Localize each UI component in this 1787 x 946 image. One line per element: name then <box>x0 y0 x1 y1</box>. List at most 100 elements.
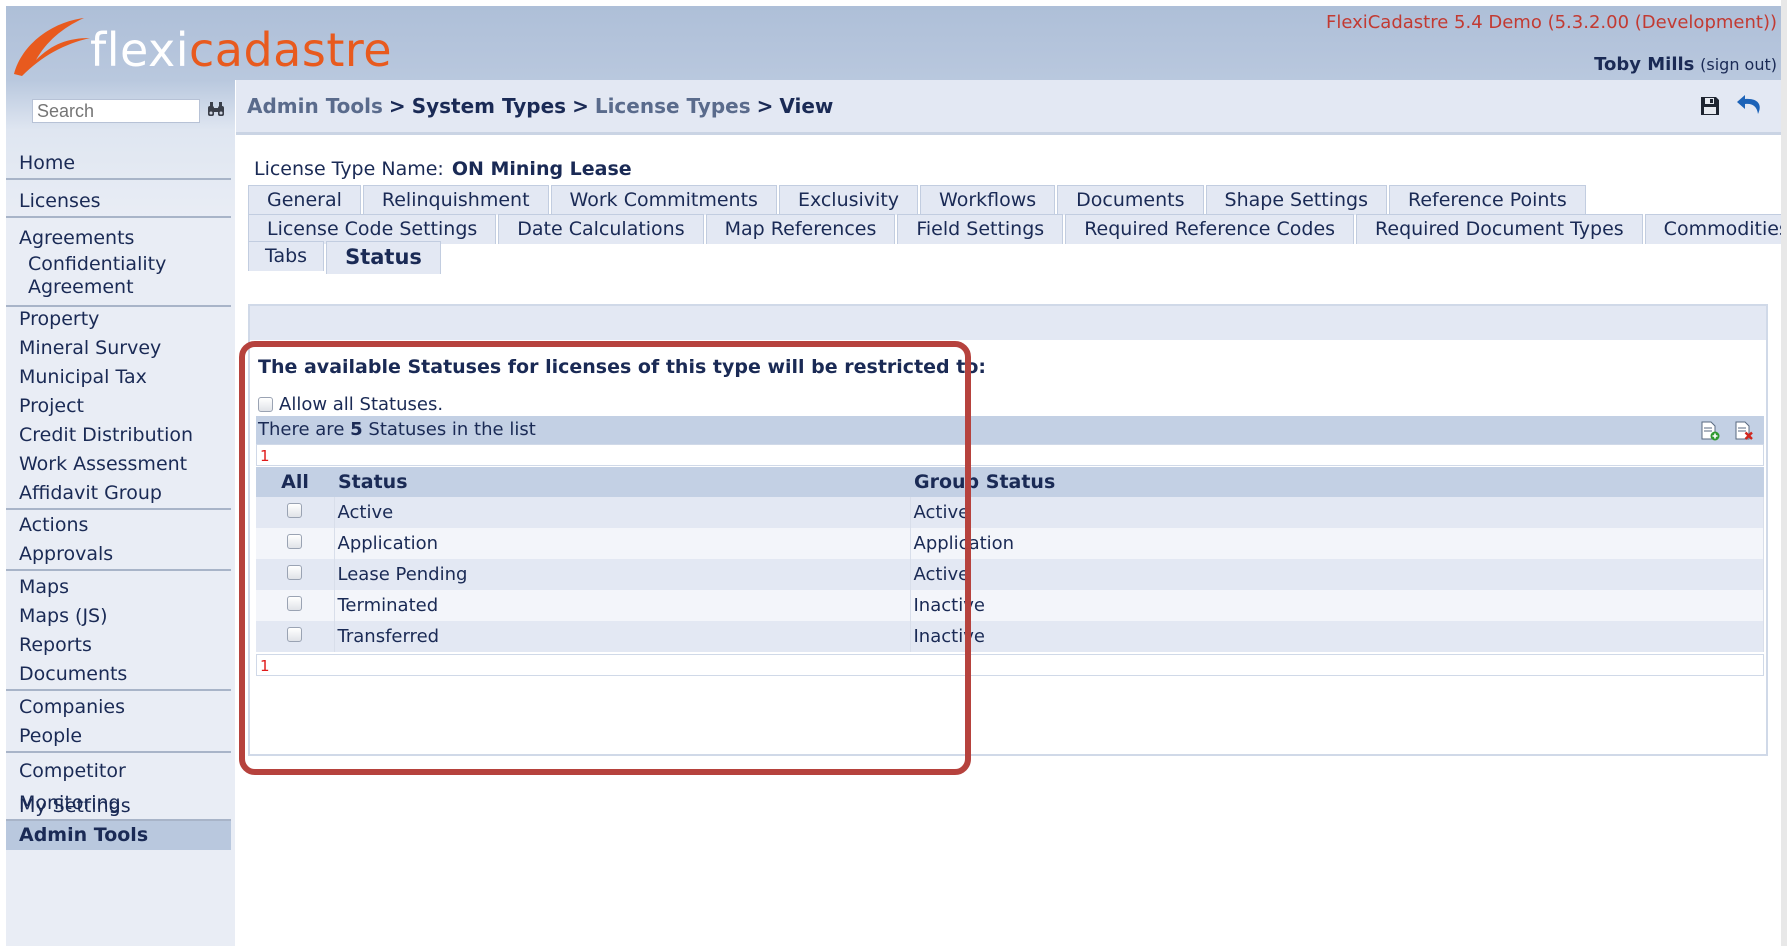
row-checkbox[interactable] <box>287 627 303 642</box>
group-status-cell: Application <box>910 528 1764 559</box>
tab-relinquishment[interactable]: Relinquishment <box>362 185 549 215</box>
tab-field-settings[interactable]: Field Settings <box>897 214 1064 244</box>
panel-header-strip <box>250 306 1766 340</box>
status-cell: Application <box>334 528 911 559</box>
nav-item-municipal-tax[interactable]: Municipal Tax <box>6 363 231 392</box>
logo-wordmark: flexicadastre <box>90 20 392 80</box>
tab-shape-settings[interactable]: Shape Settings <box>1205 185 1387 215</box>
tab-required-document-types[interactable]: Required Document Types <box>1356 214 1643 244</box>
breadcrumb: Admin Tools > System Types > License Types > V… <box>247 94 833 118</box>
pager-top: 1 <box>256 444 1764 466</box>
nav-item-confidentiality[interactable]: Confidentiality <box>6 253 231 276</box>
nav-group-home: Home <box>6 148 231 180</box>
sidebar: Home Licenses Agreements Confidentiality… <box>6 80 235 946</box>
tab-tabs[interactable]: Tabs <box>248 241 325 271</box>
row-checkbox[interactable] <box>287 503 303 518</box>
nav-item-home[interactable]: Home <box>6 148 231 178</box>
tab-date-calculations[interactable]: Date Calculations <box>498 214 704 244</box>
pager-bottom: 1 <box>256 654 1764 676</box>
app-header: flexicadastre FlexiCadastre 5.4 Demo (5.… <box>6 6 1781 80</box>
pager-page-1[interactable]: 1 <box>260 657 270 675</box>
row-checkbox[interactable] <box>287 534 303 549</box>
count-number: 5 <box>350 419 363 440</box>
tab-license-code-settings[interactable]: License Code Settings <box>248 214 497 244</box>
tab-commodities[interactable]: Commodities <box>1644 214 1787 244</box>
breadcrumb-separator: > <box>756 94 774 118</box>
count-prefix: There are <box>258 419 345 440</box>
nav-item-mineral-survey[interactable]: Mineral Survey <box>6 334 231 363</box>
nav-item-licenses[interactable]: Licenses <box>6 186 231 216</box>
status-cell: Active <box>334 497 911 528</box>
row-checkbox[interactable] <box>287 596 303 611</box>
nav-item-admin-tools[interactable]: Admin Tools <box>6 821 231 850</box>
allow-all-checkbox[interactable] <box>258 397 273 412</box>
flexicadastre-logo[interactable]: flexicadastre <box>12 14 392 80</box>
column-all[interactable]: All <box>256 467 334 497</box>
pager-page-1[interactable]: 1 <box>260 447 270 465</box>
breadcrumb-separator: > <box>572 94 589 118</box>
user-area: Toby Mills (sign out) <box>1594 54 1777 75</box>
column-group-status[interactable]: Group Status <box>910 467 1764 497</box>
undo-icon[interactable] <box>1735 92 1765 122</box>
tab-required-reference-codes[interactable]: Required Reference Codes <box>1065 214 1355 244</box>
nav-group-settings: My Settings Admin Tools <box>6 792 231 850</box>
logo-swoosh-icon <box>14 18 90 76</box>
breadcrumb-license-types[interactable]: License Types <box>595 94 751 118</box>
nav-group-licenses: Licenses <box>6 186 231 218</box>
nav-item-credit-distribution[interactable]: Credit Distribution <box>6 421 231 450</box>
tab-documents[interactable]: Documents <box>1057 185 1204 215</box>
tab-workflows[interactable]: Workflows <box>920 185 1056 215</box>
status-cell: Lease Pending <box>334 559 911 590</box>
nav-item-companies[interactable]: Companies <box>6 693 231 722</box>
binoculars-icon[interactable] <box>207 100 225 122</box>
allow-all-statuses[interactable]: Allow all Statuses. <box>258 394 443 415</box>
breadcrumb-separator: > <box>388 94 406 118</box>
table-row: Lease Pending Active <box>256 559 1764 590</box>
nav-item-project[interactable]: Project <box>6 392 231 421</box>
nav-item-affidavit-group[interactable]: Affidavit Group <box>6 479 231 508</box>
row-select-cell <box>256 528 335 559</box>
table-row: Application Application <box>256 528 1764 559</box>
sign-out-link[interactable]: (sign out) <box>1700 55 1777 74</box>
main-content: License Type Name: ON Mining Lease Genera… <box>236 135 1787 946</box>
nav-item-approvals[interactable]: Approvals <box>6 540 231 569</box>
tab-work-commitments[interactable]: Work Commitments <box>550 185 777 215</box>
nav-item-maps[interactable]: Maps <box>6 573 231 602</box>
nav-item-agreement[interactable]: Agreement <box>6 276 231 299</box>
count-suffix: Statuses in the list <box>368 419 536 440</box>
nav-item-actions[interactable]: Actions <box>6 511 231 540</box>
column-status[interactable]: Status <box>334 467 910 497</box>
tab-map-references[interactable]: Map References <box>705 214 896 244</box>
row-checkbox[interactable] <box>287 565 303 580</box>
status-panel: The available Statuses for licenses of t… <box>248 304 1768 756</box>
nav-item-my-settings[interactable]: My Settings <box>6 792 231 821</box>
nav-item-reports[interactable]: Reports <box>6 631 231 660</box>
tab-row-1: General Relinquishment Work Commitments … <box>248 185 1588 215</box>
tab-row-3: Tabs Status <box>248 241 443 274</box>
nav-item-work-assessment[interactable]: Work Assessment <box>6 450 231 479</box>
table-row: Transferred Inactive <box>256 621 1764 652</box>
nav-group-companies: Companies People <box>6 693 231 753</box>
nav-item-maps-js[interactable]: Maps (JS) <box>6 602 231 631</box>
breadcrumb-system-types[interactable]: System Types <box>412 94 566 118</box>
tab-exclusivity[interactable]: Exclusivity <box>778 185 919 215</box>
nav-item-agreements[interactable]: Agreements <box>6 223 231 253</box>
tab-general[interactable]: General <box>248 185 361 215</box>
tab-status[interactable]: Status <box>326 241 441 274</box>
nav-item-property[interactable]: Property <box>6 305 231 334</box>
status-cell: Transferred <box>334 621 911 652</box>
group-status-cell: Inactive <box>910 621 1764 652</box>
breadcrumb-admin-tools[interactable]: Admin Tools <box>247 94 383 118</box>
logo-text-cadastre: cadastre <box>188 23 393 77</box>
save-icon[interactable] <box>1699 95 1721 121</box>
nav-item-people[interactable]: People <box>6 722 231 751</box>
row-select-cell <box>256 497 335 528</box>
tab-reference-points[interactable]: Reference Points <box>1388 185 1586 215</box>
nav-item-documents[interactable]: Documents <box>6 660 231 689</box>
window-right-edge <box>1781 0 1787 946</box>
table-row: Active Active <box>256 497 1764 528</box>
table-row: Terminated Inactive <box>256 590 1764 621</box>
logo-text-flexi: flexi <box>90 23 189 77</box>
search-input[interactable] <box>32 99 200 123</box>
license-type-name: License Type Name: ON Mining Lease <box>254 158 632 180</box>
